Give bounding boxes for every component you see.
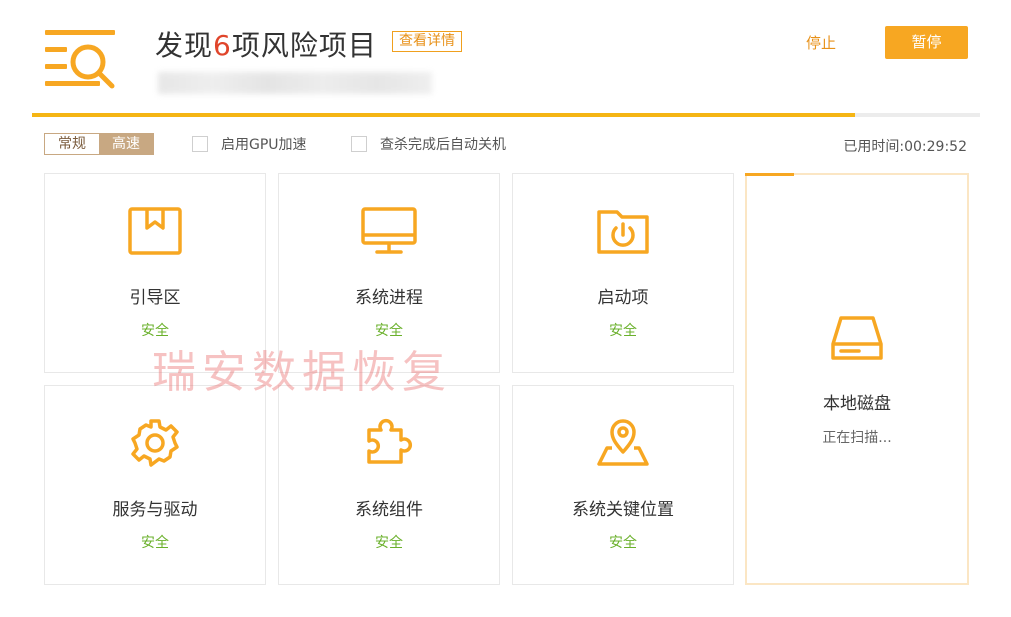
- elapsed-label: 已用时间:: [843, 139, 905, 155]
- pause-button[interactable]: 暂停: [885, 26, 968, 59]
- card-status: 安全: [141, 535, 169, 551]
- monitor-icon: [361, 207, 417, 254]
- shutdown-checkbox-box[interactable]: [351, 136, 367, 152]
- title-suffix: 项风险项目: [231, 29, 377, 62]
- scan-card-startup-items: 启动项 安全: [512, 173, 734, 373]
- bookmark-box-icon: [128, 207, 182, 255]
- card-name: 系统关键位置: [572, 500, 674, 520]
- card-name: 启动项: [597, 288, 649, 308]
- scan-progress-bar: [32, 113, 980, 117]
- card-name: 服务与驱动: [112, 500, 198, 520]
- title-prefix: 发现: [155, 29, 214, 62]
- elapsed-time: 已用时间:00:29:52: [843, 136, 967, 156]
- mode-normal-option[interactable]: 常规: [45, 134, 99, 154]
- card-status: 安全: [375, 535, 403, 551]
- scan-progress-fill: [32, 113, 855, 117]
- card-name: 引导区: [129, 288, 181, 308]
- gpu-checkbox-label: 启用GPU加速: [221, 137, 307, 153]
- card-name: 系统组件: [355, 500, 423, 520]
- card-status: 安全: [609, 323, 637, 339]
- gpu-acceleration-checkbox[interactable]: 启用GPU加速: [192, 134, 307, 154]
- elapsed-value: 00:29:52: [904, 139, 967, 155]
- gpu-checkbox-box[interactable]: [192, 136, 208, 152]
- blurred-scan-path: [158, 72, 432, 94]
- card-name: 本地磁盘: [823, 394, 891, 414]
- scan-mode-toggle: 常规 高速: [44, 133, 154, 155]
- gear-icon: [131, 419, 179, 467]
- card-name: 系统进程: [355, 288, 423, 308]
- card-status: 安全: [609, 535, 637, 551]
- auto-shutdown-checkbox[interactable]: 查杀完成后自动关机: [351, 134, 506, 154]
- scan-card-services-drivers: 服务与驱动 安全: [44, 385, 266, 585]
- scan-card-key-locations: 系统关键位置 安全: [512, 385, 734, 585]
- scan-card-local-disk: 本地磁盘 正在扫描...: [745, 173, 969, 585]
- shutdown-checkbox-label: 查杀完成后自动关机: [380, 137, 506, 153]
- mode-fast-option[interactable]: 高速: [99, 134, 153, 154]
- card-scanning-indicator: [745, 173, 794, 176]
- power-folder-icon: [597, 210, 649, 254]
- stop-button[interactable]: 停止: [806, 32, 836, 53]
- puzzle-icon: [367, 419, 412, 464]
- scan-card-system-components: 系统组件 安全: [278, 385, 500, 585]
- map-pin-icon: [597, 419, 649, 466]
- watermark-text: 瑞安数据恢复: [152, 347, 452, 398]
- card-status: 正在扫描...: [822, 430, 892, 446]
- risk-count: 6: [213, 29, 232, 62]
- page-title: 发现6项风险项目: [155, 24, 377, 64]
- scan-list-icon: [45, 30, 115, 89]
- view-details-button[interactable]: 查看详情: [392, 31, 462, 52]
- hard-disk-icon: [831, 316, 883, 360]
